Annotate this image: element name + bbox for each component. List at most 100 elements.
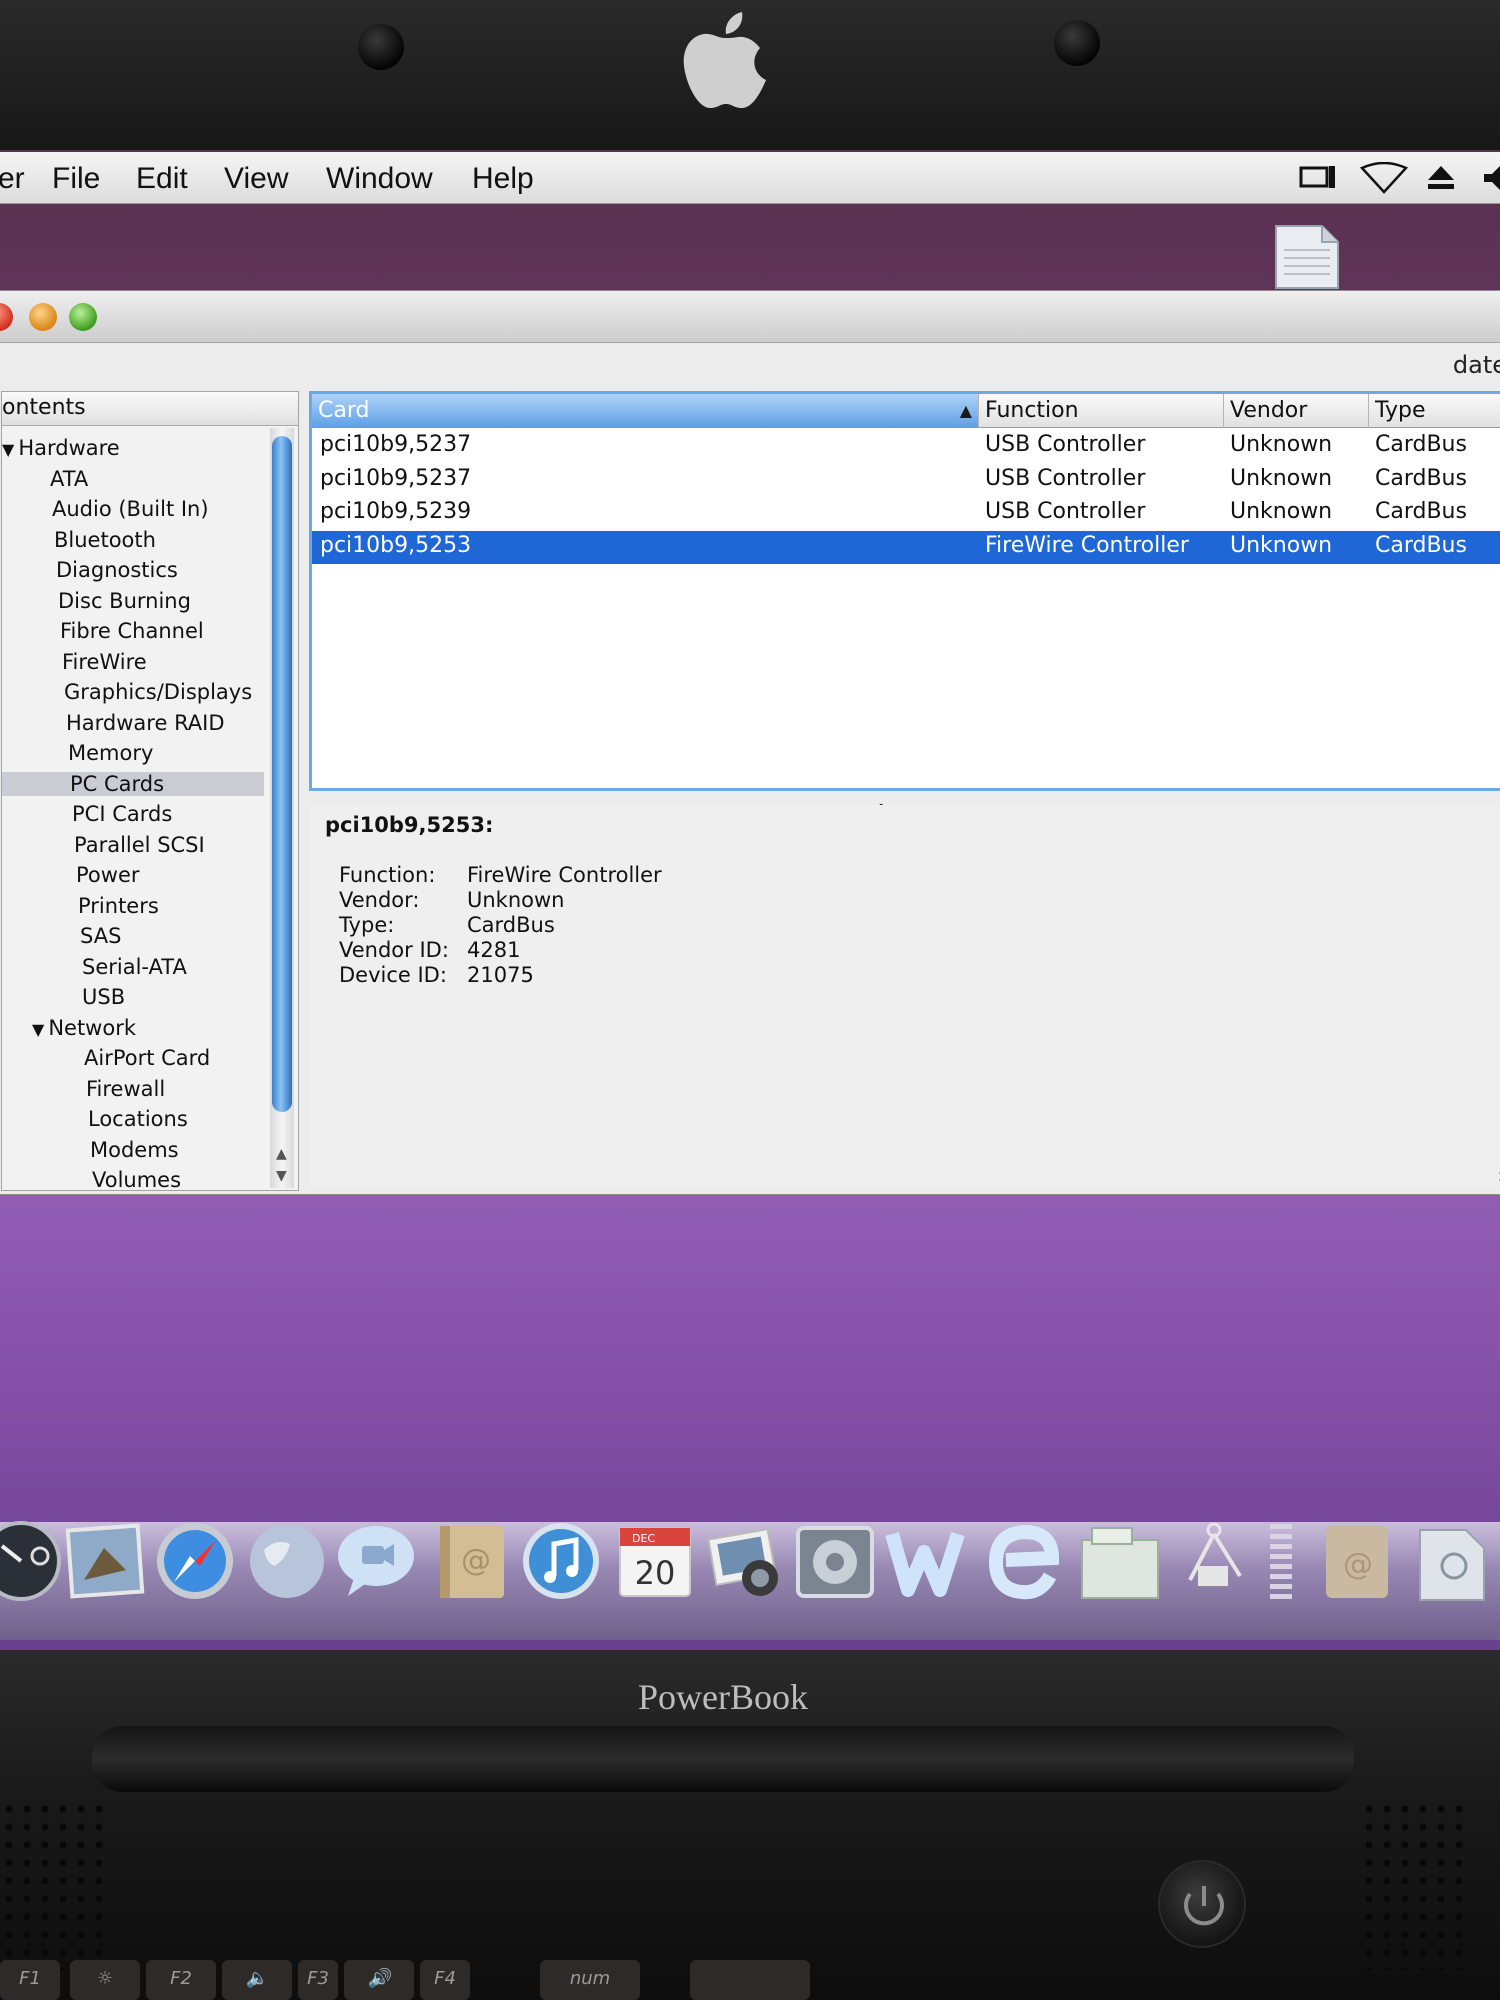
power-button[interactable]: [1158, 1860, 1246, 1948]
sidebar-item-pci-cards[interactable]: PCI Cards: [72, 802, 172, 826]
sidebar-item-hardware[interactable]: ▼ Hardware: [2, 436, 120, 460]
safari-icon[interactable]: [154, 1520, 236, 1602]
airport-wifi-icon[interactable]: [1360, 162, 1408, 194]
minimize-button[interactable]: [29, 303, 57, 331]
sidebar-item-bluetooth[interactable]: Bluetooth: [54, 528, 156, 552]
documents-folder-icon[interactable]: @: [1316, 1520, 1398, 1602]
sidebar-item-audio-built-in[interactable]: Audio (Built In): [52, 497, 209, 521]
column-header-label: Type: [1375, 398, 1426, 423]
detail-title: pci10b9,5253:: [325, 813, 494, 837]
mail-icon[interactable]: [64, 1520, 146, 1602]
sidebar-item-graphics-displays[interactable]: Graphics/Displays: [64, 680, 252, 704]
detail-field-label: Device ID:: [339, 963, 447, 987]
menu-file[interactable]: File: [52, 162, 100, 196]
key-volume-up[interactable]: 🔊: [344, 1960, 414, 2000]
key-f3[interactable]: F3: [298, 1960, 338, 2000]
table-row[interactable]: pci10b9,5253 FireWire Controller Unknown Ca…: [312, 530, 1500, 564]
sidebar-item-memory[interactable]: Memory: [68, 741, 153, 765]
detail-field-value: FireWire Controller: [467, 863, 662, 887]
zoom-button[interactable]: [69, 303, 97, 331]
sidebar-item-usb[interactable]: USB: [82, 985, 125, 1009]
disclosure-triangle-icon[interactable]: ▼: [32, 1020, 44, 1039]
sidebar-header[interactable]: ontents: [2, 392, 298, 426]
table-cell-card: pci10b9,5253: [320, 532, 472, 558]
pdf-document-icon[interactable]: [1410, 1520, 1492, 1602]
word-icon[interactable]: [884, 1520, 966, 1602]
sidebar-item-printers[interactable]: Printers: [78, 894, 159, 918]
menu-help[interactable]: Help: [472, 162, 534, 196]
network-globe-icon[interactable]: [246, 1520, 328, 1602]
column-header-function[interactable]: Function: [979, 394, 1224, 428]
sidebar-item-parallel-scsi[interactable]: Parallel SCSI: [74, 833, 205, 857]
sidebar-item-label: SAS: [80, 924, 122, 948]
sidebar-item-modems[interactable]: Modems: [90, 1138, 179, 1162]
sidebar-item-ata[interactable]: ATA: [50, 467, 88, 491]
ical-icon[interactable]: DEC 20: [614, 1520, 696, 1602]
sidebar-item-power[interactable]: Power: [76, 863, 140, 887]
key-f1[interactable]: F1: [0, 1960, 60, 2000]
table-row[interactable]: pci10b9,5239 USB Controller Unknown CardBus: [312, 497, 1500, 530]
sidebar-item-airport-card[interactable]: AirPort Card: [84, 1046, 210, 1070]
table-row[interactable]: pci10b9,5237 USB Controller Unknown CardBus: [312, 430, 1500, 463]
sidebar-item-network[interactable]: ▼ Network: [32, 1016, 136, 1040]
display-mirror-icon[interactable]: [1298, 162, 1338, 194]
table-cell-vendor: Unknown: [1230, 432, 1333, 457]
disclosure-triangle-icon[interactable]: ▼: [2, 440, 14, 459]
menu-app[interactable]: er: [0, 162, 25, 196]
ichat-icon[interactable]: [334, 1520, 416, 1602]
volume-icon[interactable]: [1482, 162, 1500, 194]
key-mute[interactable]: 🔈: [222, 1960, 292, 2000]
key-f2[interactable]: F2: [146, 1960, 216, 2000]
table-cell-card: pci10b9,5237: [320, 465, 472, 491]
sidebar-item-firewire[interactable]: FireWire: [62, 650, 147, 674]
edit-icon[interactable]: [984, 1520, 1066, 1602]
menu-window[interactable]: Window: [326, 162, 433, 196]
column-header-card[interactable]: Card ▲: [312, 394, 979, 428]
address-book-icon[interactable]: @: [430, 1520, 512, 1602]
table-cell-vendor: Unknown: [1230, 499, 1333, 524]
sidebar-item-label: PC Cards: [70, 771, 165, 796]
sidebar-scroll-thumb[interactable]: [272, 436, 292, 1112]
ical-day-label: 20: [635, 1554, 676, 1592]
sidebar-item-volumes[interactable]: Volumes: [92, 1168, 181, 1190]
detail-field-label: Vendor ID:: [339, 938, 449, 962]
system-profiler-icon[interactable]: [1170, 1520, 1252, 1602]
sidebar-item-fibre-channel[interactable]: Fibre Channel: [60, 619, 204, 643]
window-titlebar[interactable]: [0, 291, 1500, 343]
sidebar-item-serial-ata[interactable]: Serial-ATA: [82, 955, 187, 979]
key-eject[interactable]: [690, 1960, 810, 2000]
sidebar-item-firewall[interactable]: Firewall: [86, 1077, 165, 1101]
sidebar-item-label: Disc Burning: [58, 588, 191, 613]
sidebar-item-label: USB: [82, 985, 126, 1009]
scroll-down-arrow-icon[interactable]: ▼: [276, 1168, 287, 1184]
menu-view[interactable]: View: [224, 162, 288, 196]
sidebar-item-sas[interactable]: SAS: [80, 924, 121, 948]
itunes-icon[interactable]: [520, 1520, 602, 1602]
dashboard-icon[interactable]: [0, 1520, 62, 1602]
scroll-up-arrow-icon[interactable]: ▲: [276, 1146, 287, 1162]
key-brightness[interactable]: ☼: [70, 1960, 140, 2000]
sidebar-item-label: Fibre Channel: [60, 619, 204, 643]
sidebar-scrollbar[interactable]: ▲ ▼: [270, 428, 294, 1188]
sidebar-item-label: Hardware: [18, 436, 120, 460]
eject-icon[interactable]: [1424, 162, 1458, 194]
sidebar-item-locations[interactable]: Locations: [88, 1107, 188, 1131]
sidebar-item-diagnostics[interactable]: Diagnostics: [56, 558, 178, 582]
table-row[interactable]: pci10b9,5237 USB Controller Unknown CardBus: [312, 464, 1500, 497]
column-header-vendor[interactable]: Vendor: [1224, 394, 1369, 428]
system-preferences-icon[interactable]: [794, 1520, 876, 1602]
key-label: F4: [434, 1968, 456, 1989]
key-f4[interactable]: F4: [420, 1960, 470, 2000]
sidebar-item-disc-burning[interactable]: Disc Burning: [58, 589, 191, 613]
sidebar-item-hardware-raid[interactable]: Hardware RAID: [66, 711, 225, 735]
close-button[interactable]: [0, 303, 13, 331]
detail-field-value: Unknown: [467, 888, 565, 912]
files-icon[interactable]: [1078, 1520, 1160, 1602]
menu-edit[interactable]: Edit: [136, 162, 188, 196]
column-header-type[interactable]: Type: [1369, 394, 1500, 428]
desktop-document-icon[interactable]: [1272, 224, 1342, 290]
sidebar-item-label: Firewall: [86, 1076, 166, 1101]
sidebar-item-pc-cards[interactable]: PC Cards: [2, 771, 264, 796]
iphoto-icon[interactable]: [704, 1520, 786, 1602]
key-num[interactable]: num: [540, 1960, 640, 2000]
